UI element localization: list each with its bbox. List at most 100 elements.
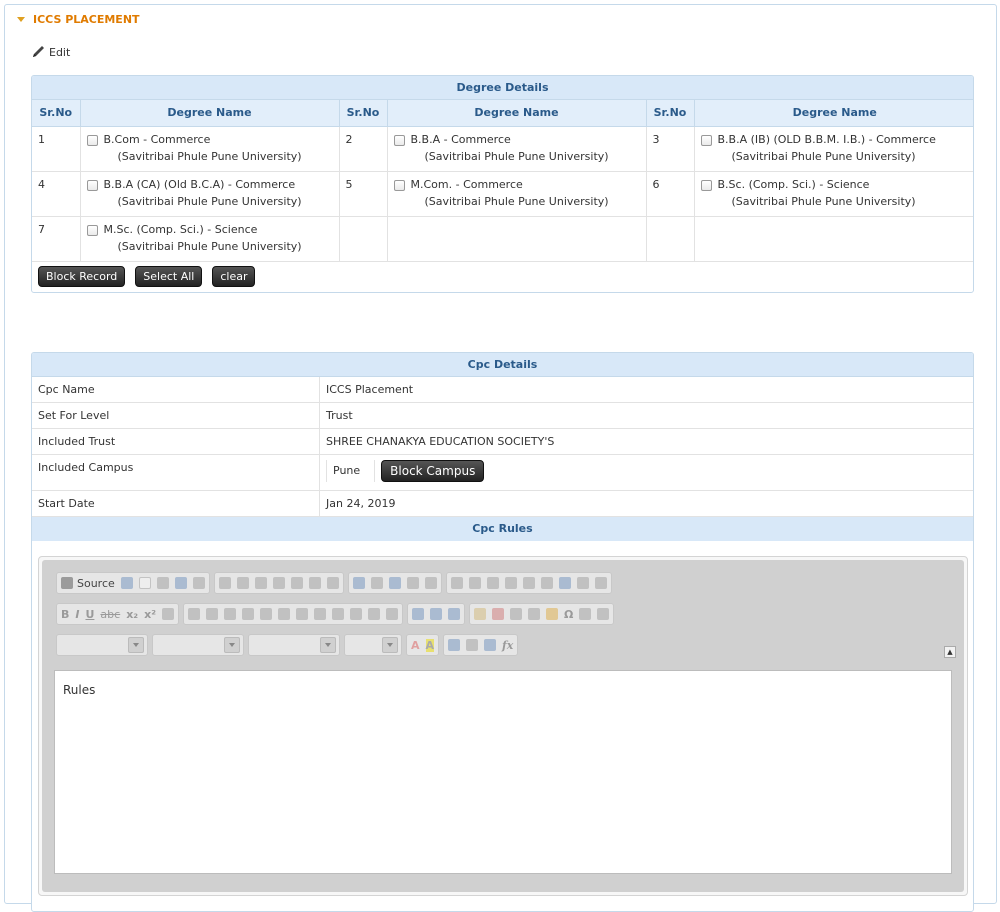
iframe-icon[interactable] — [597, 608, 610, 620]
textfield-icon[interactable] — [504, 577, 517, 589]
superscript-icon[interactable]: x² — [144, 608, 156, 621]
bg-color-icon[interactable]: A — [425, 638, 435, 652]
strike-icon[interactable]: abc — [100, 608, 120, 621]
print-icon[interactable] — [174, 577, 187, 589]
replace-icon[interactable] — [370, 577, 383, 589]
link-icon[interactable] — [412, 608, 425, 620]
table-icon[interactable] — [510, 608, 523, 620]
size-dropdown[interactable] — [344, 634, 402, 656]
unlink-icon[interactable] — [430, 608, 443, 620]
university-name: (Savitribai Phule Pune University) — [731, 149, 916, 163]
align-justify-icon[interactable] — [350, 608, 363, 620]
paste-word-icon[interactable] — [290, 577, 303, 589]
div-icon[interactable] — [278, 608, 291, 620]
undo-icon[interactable] — [308, 577, 321, 589]
textarea-icon[interactable] — [522, 577, 535, 589]
button-icon[interactable] — [558, 577, 571, 589]
underline-icon[interactable]: U — [85, 608, 94, 621]
formula-icon[interactable]: fx — [502, 639, 513, 652]
collapse-toolbar-icon[interactable]: ▲ — [944, 646, 956, 658]
clear-button[interactable]: clear — [212, 265, 256, 287]
outdent-icon[interactable] — [224, 608, 237, 620]
copy-icon[interactable] — [236, 577, 249, 589]
show-blocks-icon[interactable] — [466, 639, 479, 651]
paste-icon[interactable] — [254, 577, 267, 589]
subscript-icon[interactable]: x₂ — [126, 608, 138, 621]
degree-details-title: Degree Details — [32, 76, 973, 100]
empty-cell — [646, 216, 695, 262]
align-center-icon[interactable] — [314, 608, 327, 620]
degree-checkbox[interactable] — [393, 179, 405, 191]
spellcheck-icon[interactable] — [406, 577, 419, 589]
degree-checkbox[interactable] — [86, 134, 98, 146]
image-button-icon[interactable] — [576, 577, 589, 589]
degree-checkbox[interactable] — [700, 134, 712, 146]
sr-no: 6 — [646, 171, 695, 217]
block-campus-button[interactable]: Block Campus — [381, 460, 485, 482]
degree-table: Sr.No Degree Name Sr.No Degree Name Sr.N… — [32, 100, 973, 262]
redo-icon[interactable] — [326, 577, 339, 589]
special-char-icon[interactable]: Ω — [564, 608, 573, 621]
indent-icon[interactable] — [242, 608, 255, 620]
select-all-button[interactable]: Select All — [135, 265, 203, 287]
degree-name: B.Com - Commerce — [103, 132, 211, 146]
toolbar-group-paragraph — [183, 603, 404, 625]
degree-checkbox[interactable] — [393, 134, 405, 146]
radio-icon[interactable] — [486, 577, 499, 589]
anchor-icon[interactable] — [448, 608, 461, 620]
paste-text-icon[interactable] — [272, 577, 285, 589]
font-dropdown[interactable] — [248, 634, 340, 656]
text-color-icon[interactable]: A — [411, 639, 420, 652]
select-all-icon[interactable] — [388, 577, 401, 589]
flash-icon[interactable] — [492, 608, 505, 620]
panel-header[interactable]: ICCS PLACEMENT — [17, 13, 140, 26]
smiley-icon[interactable] — [546, 608, 559, 620]
find-icon[interactable] — [352, 577, 365, 589]
panel-title: ICCS PLACEMENT — [33, 13, 140, 26]
editor-content-area[interactable]: Rules — [54, 670, 952, 874]
degree-checkbox[interactable] — [86, 224, 98, 236]
degree-cell: B.Sc. (Comp. Sci.) - Science (Savitribai… — [694, 171, 973, 217]
rtl-icon[interactable] — [386, 608, 399, 620]
university-name: (Savitribai Phule Pune University) — [731, 194, 916, 208]
source-label: Source — [77, 576, 115, 590]
table-row: 7 M.Sc. (Comp. Sci.) - Science (Savitrib… — [32, 216, 973, 262]
horizontal-rule-icon[interactable] — [528, 608, 541, 620]
degree-table-header: Sr.No Degree Name Sr.No Degree Name Sr.N… — [32, 100, 973, 127]
empty-cell — [387, 216, 647, 262]
format-dropdown[interactable] — [152, 634, 244, 656]
checkbox-icon[interactable] — [468, 577, 481, 589]
italic-icon[interactable]: I — [75, 608, 79, 621]
block-record-button[interactable]: Block Record — [38, 265, 126, 287]
degree-cell: M.Com. - Commerce (Savitribai Phule Pune… — [387, 171, 647, 217]
numbered-list-icon[interactable] — [188, 608, 201, 620]
save-icon[interactable] — [120, 577, 133, 589]
new-page-icon[interactable] — [138, 577, 151, 589]
styles-dropdown[interactable] — [56, 634, 148, 656]
degree-checkbox[interactable] — [700, 179, 712, 191]
align-right-icon[interactable] — [332, 608, 345, 620]
preview-icon[interactable] — [156, 577, 169, 589]
degree-checkbox[interactable] — [86, 179, 98, 191]
image-icon[interactable] — [474, 608, 487, 620]
edit-link[interactable]: Edit — [31, 45, 70, 59]
bulleted-list-icon[interactable] — [206, 608, 219, 620]
degree-name: B.B.A - Commerce — [410, 132, 511, 146]
templates-icon[interactable] — [192, 577, 205, 589]
select-icon[interactable] — [540, 577, 553, 589]
cut-icon[interactable] — [218, 577, 231, 589]
remove-format-icon[interactable] — [162, 608, 175, 620]
maximize-icon[interactable] — [448, 639, 461, 651]
hidden-field-icon[interactable] — [594, 577, 607, 589]
edit-label: Edit — [49, 45, 71, 59]
scayt-icon[interactable] — [424, 577, 437, 589]
source-button[interactable]: Source — [61, 577, 115, 590]
form-icon[interactable] — [450, 577, 463, 589]
blockquote-icon[interactable] — [260, 608, 273, 620]
collapse-caret-icon[interactable] — [17, 17, 25, 22]
page-break-icon[interactable] — [579, 608, 592, 620]
align-left-icon[interactable] — [296, 608, 309, 620]
about-icon[interactable] — [484, 639, 497, 651]
ltr-icon[interactable] — [368, 608, 381, 620]
bold-icon[interactable]: B — [61, 608, 69, 621]
